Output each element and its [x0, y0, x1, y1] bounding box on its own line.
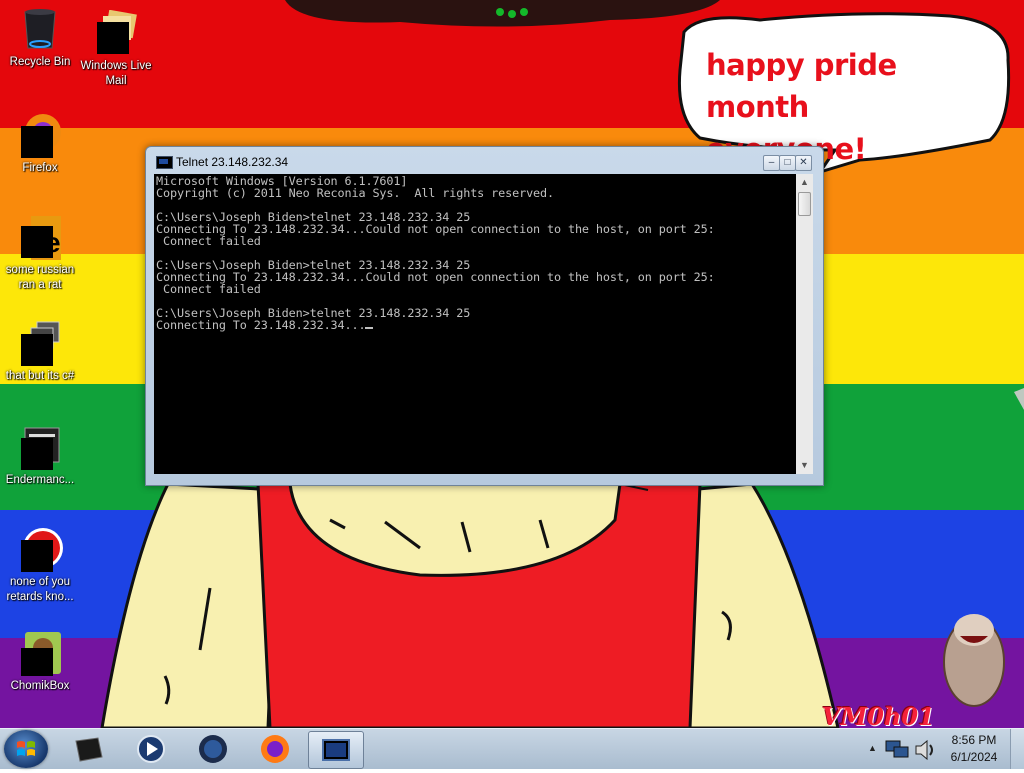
bubble-line-1: happy pride month [706, 48, 897, 124]
desktop-icon-label: Recycle Bin [9, 56, 71, 68]
firefox-icon [261, 735, 289, 763]
scroll-thumb[interactable] [798, 192, 811, 216]
minimize-button[interactable]: – [763, 155, 780, 171]
taskbar-clock[interactable]: 8:56 PM 6/1/2024 [944, 729, 1004, 769]
taskbar-telnet-button[interactable] [308, 731, 364, 769]
recycle-bin-icon [17, 6, 63, 52]
desktop-icon-label: Firefox [22, 162, 58, 174]
telnet-window-icon [322, 739, 350, 761]
window-title: Telnet 23.148.232.34 [176, 155, 289, 169]
desktop-icon-label: Endermanc... [5, 474, 75, 486]
text-cursor [365, 327, 374, 329]
desktop-icon-that-but-its-csharp[interactable]: that but its c# [0, 320, 80, 384]
desktop-icon-label: none of you retards kno... [6, 576, 74, 603]
close-button[interactable]: ✕ [795, 155, 812, 171]
taskbar-firefox-button[interactable] [248, 731, 302, 767]
desktop-icon-label: Windows Live Mail [80, 60, 152, 87]
desktop-icon-windows-live-mail[interactable]: Windows Live Mail [76, 9, 156, 89]
taskbar: ▲ 8:56 PM 6/1/2024 [0, 728, 1024, 769]
desktop-icon-firefox[interactable]: Firefox [0, 112, 80, 176]
desktop-icon-recycle-bin[interactable]: Recycle Bin [0, 6, 80, 70]
maximize-button[interactable]: □ [779, 155, 796, 171]
scroll-up-arrow-icon[interactable]: ▲ [796, 174, 813, 191]
app-window-icon [17, 424, 63, 470]
console-line: Connect failed [156, 282, 261, 296]
watermark-text: VM0h01 [822, 702, 935, 731]
telnet-window[interactable]: Telnet 23.148.232.34 – □ ✕ Microsoft Win… [145, 146, 824, 486]
desktop-icon-endermanch[interactable]: Endermanc... [0, 424, 80, 488]
taskbar-browser-button[interactable] [186, 731, 240, 767]
globe-browser-icon [199, 735, 227, 763]
console-window-icon [156, 156, 173, 169]
network-icon[interactable] [884, 737, 910, 763]
window-titlebar[interactable]: Telnet 23.148.232.34 – □ ✕ [146, 147, 823, 173]
console-text: Microsoft Windows [Version 6.1.7601] Cop… [154, 174, 796, 331]
show-desktop-button[interactable] [1010, 729, 1024, 769]
chomikbox-icon [17, 630, 63, 676]
desktop-icon-chomikbox[interactable]: ChomikBox [0, 630, 80, 694]
clock-date: 6/1/2024 [950, 750, 998, 764]
desktop-icon-label: some russian ran a rat [5, 264, 75, 291]
red-circle-icon [17, 526, 63, 572]
scroll-down-arrow-icon[interactable]: ▼ [796, 457, 813, 474]
volume-icon[interactable] [912, 737, 938, 763]
taskbar-media-player-button[interactable] [124, 731, 178, 767]
terminal-icon [75, 737, 103, 762]
mail-icon [93, 9, 139, 56]
start-button[interactable] [4, 730, 48, 768]
console-output[interactable]: Microsoft Windows [Version 6.1.7601] Cop… [154, 174, 796, 474]
console-line: Connecting To 23.148.232.34... [156, 318, 366, 332]
ie-icon: e [17, 214, 63, 260]
firefox-icon [17, 112, 63, 158]
vertical-scrollbar[interactable]: ▲ ▼ [796, 174, 813, 474]
desktop-icon-none-of-you[interactable]: none of you retards kno... [0, 526, 80, 605]
media-player-icon [137, 735, 165, 763]
desktop-icon-label: ChomikBox [10, 680, 70, 692]
window-stack-icon [17, 320, 63, 366]
system-tray [862, 729, 944, 769]
desktop-icon-some-russian-ran-a-rat[interactable]: e some russian ran a rat [0, 214, 80, 293]
taskbar-terminal-button[interactable] [62, 731, 116, 767]
windows-logo-icon [16, 740, 36, 758]
clock-time: 8:56 PM [951, 733, 997, 747]
console-line: Copyright (c) 2011 Neo Reconia Sys. All … [156, 186, 554, 200]
console-line: Connect failed [156, 234, 261, 248]
desktop-icon-label: that but its c# [5, 370, 75, 382]
